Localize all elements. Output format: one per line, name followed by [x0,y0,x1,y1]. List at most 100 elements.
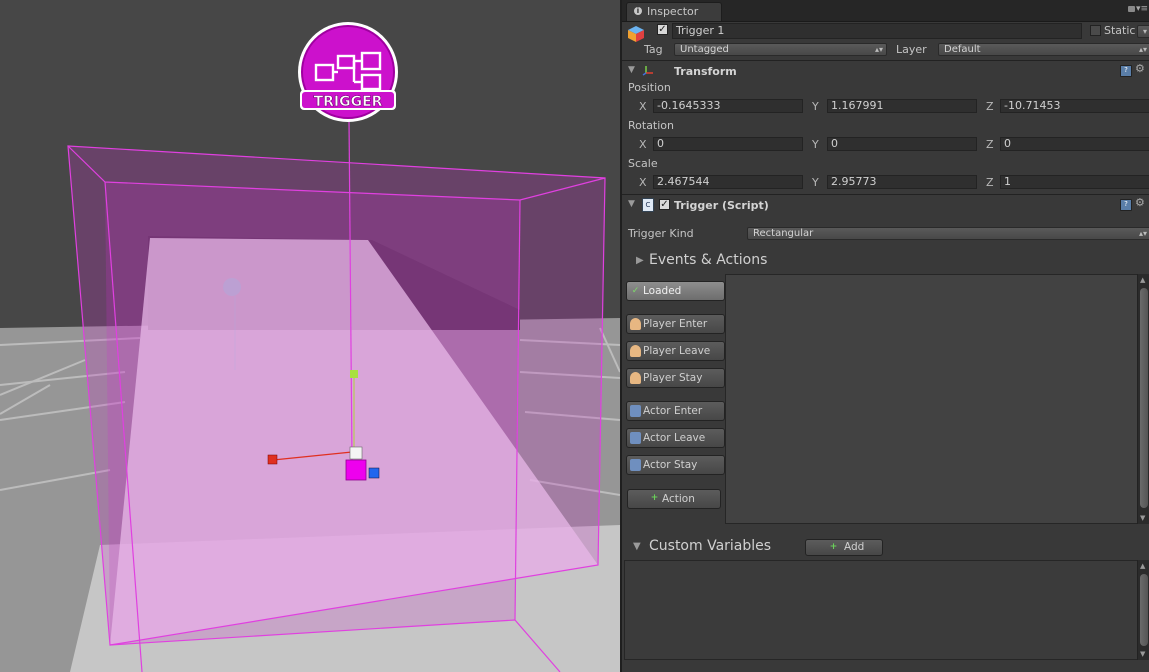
event-actor-leave-button[interactable]: Actor Leave [626,428,725,448]
event-label: Player Enter [643,318,708,330]
actions-panel[interactable] [725,274,1149,524]
trigger-kind-dropdown[interactable]: Rectangular ▴▾ [747,227,1149,240]
script-icon: C [642,198,654,212]
position-x-label: X [639,100,647,113]
scene-viewport[interactable]: TRIGGER [0,0,620,672]
add-action-button[interactable]: + Action [627,489,721,509]
position-z-label: Z [986,100,994,113]
dropdown-arrows-icon: ▴▾ [1138,45,1147,54]
event-player-enter-button[interactable]: Player Enter [626,314,725,334]
event-label: Actor Stay [643,459,698,471]
static-label: Static [1104,24,1136,37]
event-actor-enter-button[interactable]: Actor Enter [626,401,725,421]
tag-value: Untagged [680,44,729,55]
player-icon [630,318,641,330]
layer-label: Layer [896,43,927,56]
dropdown-arrows-icon: ▴▾ [874,45,883,54]
transform-title: Transform [674,65,737,78]
inspector-tab-label: Inspector [647,5,699,18]
help-icon[interactable]: ? [1120,65,1132,77]
trigger-script-header[interactable]: ▼ C ✓ Trigger (Script) ? ⚙ [622,194,1149,215]
scroll-down-icon[interactable]: ▼ [1140,650,1145,658]
rotation-x-field[interactable]: 0 [653,137,803,151]
fold-down-icon[interactable]: ▼ [633,541,641,552]
info-icon: i [634,7,642,15]
z-axis-handle [368,467,380,479]
variables-scrollbar[interactable]: ▲ ▼ [1137,560,1149,660]
actions-scrollbar[interactable]: ▲ ▼ [1137,274,1149,524]
scale-x-field[interactable]: 2.467544 [653,175,803,189]
inspector-tab[interactable]: i Inspector [626,2,722,21]
actor-icon [630,459,641,471]
scale-y-field[interactable]: 2.95773 [827,175,977,189]
inspector-tab-bar: i Inspector ▾≡ [622,0,1149,22]
rotation-y-field[interactable]: 0 [827,137,977,151]
trigger-gizmo-label: TRIGGER [314,94,383,110]
scale-label: Scale [628,157,658,170]
panel-menu-icon[interactable]: ▾≡ [1136,4,1148,14]
custom-variables-title[interactable]: Custom Variables [649,538,771,554]
inspector-panel: i Inspector ▾≡ ✓ Trigger 1 Static ▾ Tag … [620,0,1149,672]
event-label: Loaded [643,285,682,297]
event-label: Actor Enter [643,405,703,417]
scroll-up-icon[interactable]: ▲ [1140,562,1145,570]
position-y-field[interactable]: 1.167991 [827,99,977,113]
layer-dropdown[interactable]: Default ▴▾ [938,43,1149,56]
gear-icon[interactable]: ⚙ [1135,62,1145,75]
trigger-kind-label: Trigger Kind [628,227,694,240]
help-icon[interactable]: ? [1120,199,1132,211]
fold-down-icon[interactable]: ▼ [628,65,635,75]
events-actions-title[interactable]: Events & Actions [649,252,767,268]
dropdown-arrows-icon: ▴▾ [1138,229,1147,238]
event-player-stay-button[interactable]: Player Stay [626,368,725,388]
scroll-down-icon[interactable]: ▼ [1140,514,1145,522]
game-object-icon [628,26,644,42]
active-checkbox[interactable]: ✓ [657,24,668,35]
actor-icon [630,405,641,417]
chevron-down-icon: ▾ [1142,27,1147,36]
rotation-z-field[interactable]: 0 [1000,137,1149,151]
scale-y-label: Y [812,176,819,189]
rotation-x-label: X [639,138,647,151]
scroll-thumb[interactable] [1140,574,1148,646]
tag-label: Tag [644,43,663,56]
trigger-script-title: Trigger (Script) [674,199,769,212]
position-z-field[interactable]: -10.71453 [1000,99,1149,113]
gear-icon[interactable]: ⚙ [1135,196,1145,209]
scroll-thumb[interactable] [1140,288,1148,508]
player-icon [630,372,641,384]
event-actor-stay-button[interactable]: Actor Stay [626,455,725,475]
add-variable-button[interactable]: + Add [805,539,883,556]
fold-right-icon[interactable]: ▶ [636,255,644,266]
static-dropdown[interactable]: ▾ [1137,25,1149,38]
light-sphere [223,278,241,296]
tag-dropdown[interactable]: Untagged ▴▾ [674,43,887,56]
position-label: Position [628,81,671,94]
add-variable-label: Add [844,541,865,553]
scroll-up-icon[interactable]: ▲ [1140,276,1145,284]
y-axis-handle [350,370,358,378]
plus-icon: + [650,493,659,503]
layer-value: Default [944,44,981,55]
event-label: Player Leave [643,345,711,357]
player-icon [630,345,641,357]
scene-view[interactable]: TRIGGER [0,0,620,672]
rotation-label: Rotation [628,119,675,132]
custom-variables-panel[interactable] [624,560,1149,660]
rotation-y-label: Y [812,138,819,151]
event-player-leave-button[interactable]: Player Leave [626,341,725,361]
object-name-field[interactable]: Trigger 1 [672,23,1082,39]
transform-header[interactable]: ▼ Transform ? ⚙ [622,60,1149,81]
scale-z-field[interactable]: 1 [1000,175,1149,189]
event-loaded-button[interactable]: ✓ Loaded [626,281,725,301]
trigger-kind-value: Rectangular [753,228,814,239]
actor-icon [630,432,641,444]
static-checkbox[interactable] [1090,25,1101,36]
check-icon: ✓ [631,286,640,296]
position-x-field[interactable]: -0.1645333 [653,99,803,113]
script-enabled-checkbox[interactable]: ✓ [659,199,670,210]
x-axis-handle [267,454,278,465]
lock-icon[interactable] [1128,6,1135,12]
fold-down-icon[interactable]: ▼ [628,199,635,209]
plus-icon: + [829,542,838,552]
